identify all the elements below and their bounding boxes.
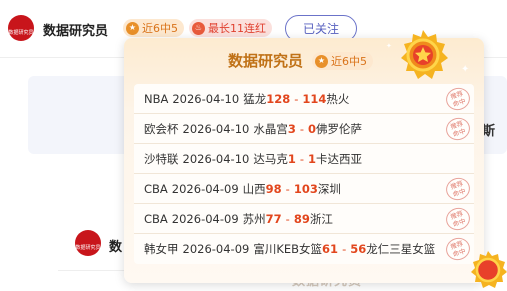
league-name: 欧会杯 xyxy=(144,121,179,136)
match-date: 2026-04-10 xyxy=(172,91,240,106)
away-score: 114 xyxy=(302,91,327,106)
score-separator: - xyxy=(285,181,290,196)
away-team: 深圳 xyxy=(317,181,341,196)
sparkle-icon: ✦ xyxy=(461,64,470,75)
expert-avatar-row2[interactable]: 数据研究员 xyxy=(75,230,101,256)
record-item[interactable]: 沙特联 2026-04-10 达马克 1-1 卡达西亚 xyxy=(134,144,474,174)
home-score: 98 xyxy=(265,181,282,196)
home-team: 达马克 xyxy=(253,151,288,166)
score-separator: - xyxy=(299,121,305,136)
home-team: 猛龙 xyxy=(243,91,267,106)
record-item[interactable]: CBA 2026-04-09 山西 98-103 深圳 推荐 命中 xyxy=(134,174,474,204)
sparkle-icon: ✦ xyxy=(386,42,392,50)
star-icon: ★ xyxy=(126,21,139,35)
page: 数据研究员 数据研究员 ★ 近6中5 ♨ 最长11连红 已关注 斯 数据研究员 … xyxy=(0,0,507,291)
hit-stamp-icon: 推荐 命中 xyxy=(443,114,473,144)
home-score: 3 xyxy=(287,121,296,136)
away-score: 103 xyxy=(293,181,318,196)
star-icon: ★ xyxy=(315,54,328,68)
medal-icon xyxy=(471,251,507,288)
away-score: 56 xyxy=(350,242,367,256)
medal-icon xyxy=(401,30,448,79)
expert-avatar[interactable]: 数据研究员 xyxy=(8,15,34,41)
home-team: 苏州 xyxy=(242,211,266,226)
league-name: 韩女甲 xyxy=(144,242,179,256)
avatar-text: 数据研究员 xyxy=(8,29,34,36)
record-item[interactable]: CBA 2026-04-09 苏州 77-89 浙江 推荐 命中 xyxy=(134,204,474,234)
away-team: 浙江 xyxy=(309,211,333,226)
flame-icon: ♨ xyxy=(192,21,205,35)
home-score: 61 xyxy=(322,242,339,256)
record-item[interactable]: NBA 2026-04-10 猛龙 128-114 热火 推荐 命中 xyxy=(134,84,474,114)
hit-stamp-icon: 推荐 命中 xyxy=(443,204,473,234)
streak-badge[interactable]: ♨ 最长11连红 xyxy=(189,19,272,37)
record-item[interactable]: 韩女甲 2026-04-09 富川KEB女篮 61-56 龙仁三星女篮 推荐 命中 xyxy=(134,234,474,264)
score-separator: - xyxy=(294,91,299,106)
home-team: 山西 xyxy=(242,181,266,196)
away-team: 热火 xyxy=(326,91,350,106)
match-date: 2026-04-10 xyxy=(182,151,250,166)
match-date: 2026-04-09 xyxy=(171,211,239,226)
expert-name[interactable]: 数据研究员 xyxy=(43,20,108,39)
league-name: CBA xyxy=(144,181,168,196)
record-list: NBA 2026-04-10 猛龙 128-114 热火 推荐 命中 欧会杯 2026-04-1… xyxy=(134,84,474,264)
hit-stamp-icon: 推荐 命中 xyxy=(443,84,473,114)
streak-text: 最长11连红 xyxy=(208,22,266,35)
away-team: 佛罗伦萨 xyxy=(316,121,363,136)
score-separator: - xyxy=(285,211,290,226)
popup-title: 数据研究员 xyxy=(228,52,304,70)
away-team: 龙仁三星女篮 xyxy=(366,242,436,256)
hit-rate-badge[interactable]: ★ 近6中5 xyxy=(123,19,184,37)
expert-name-row2[interactable]: 数 xyxy=(109,236,122,255)
match-date: 2026-04-09 xyxy=(171,181,239,196)
avatar-text-row2: 数据研究员 xyxy=(75,244,101,251)
home-score: 128 xyxy=(266,91,291,106)
record-popup: 数据研究员 ★ 近6中5 ✦ ✦ NBA 2026-04-10 猛龙 128-114 热… xyxy=(124,30,484,283)
home-score: 77 xyxy=(265,211,282,226)
score-separator: - xyxy=(342,242,347,256)
popup-hit-text: 近6中5 xyxy=(331,55,367,68)
away-score: 89 xyxy=(293,211,310,226)
home-score: 1 xyxy=(287,151,296,166)
away-score: 1 xyxy=(308,151,317,166)
league-name: CBA xyxy=(144,211,168,226)
league-name: NBA xyxy=(144,91,169,106)
hit-rate-text: 近6中5 xyxy=(142,22,178,35)
record-item[interactable]: 欧会杯 2026-04-10 水晶宫 3-0 佛罗伦萨 推荐 命中 xyxy=(134,114,474,144)
league-name: 沙特联 xyxy=(144,151,179,166)
home-team: 富川KEB女篮 xyxy=(253,242,323,256)
score-separator: - xyxy=(299,151,305,166)
match-date: 2026-04-09 xyxy=(182,242,250,256)
away-team: 卡达西亚 xyxy=(316,151,363,166)
hit-stamp-icon: 推荐 命中 xyxy=(443,174,473,204)
match-date: 2026-04-10 xyxy=(182,121,250,136)
away-score: 0 xyxy=(308,121,317,136)
popup-hit-badge: ★ 近6中5 xyxy=(312,52,373,70)
home-team: 水晶宫 xyxy=(253,121,288,136)
